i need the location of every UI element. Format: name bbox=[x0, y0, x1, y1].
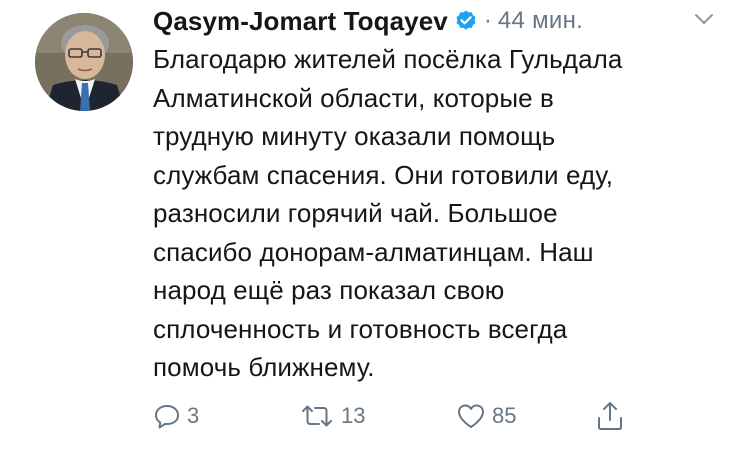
share-button[interactable] bbox=[595, 398, 625, 434]
avatar-photo bbox=[35, 13, 133, 111]
like-icon bbox=[456, 402, 486, 430]
retweet-button[interactable]: 13 bbox=[299, 398, 365, 434]
author-display-name[interactable]: Qasym-Jomart Toqayev bbox=[153, 6, 448, 37]
avatar[interactable] bbox=[35, 13, 133, 111]
like-button[interactable]: 85 bbox=[456, 398, 516, 434]
header-separator: · bbox=[483, 7, 492, 34]
tweet-actions: 3 13 85 bbox=[153, 398, 653, 438]
like-count: 85 bbox=[492, 403, 517, 428]
reply-button[interactable]: 3 bbox=[153, 398, 199, 434]
verified-badge-icon bbox=[454, 9, 478, 33]
tweet-timestamp[interactable]: 44 мин. bbox=[498, 7, 583, 35]
tweet-text: Благодарю жителей посёлка Гульдала Алмат… bbox=[153, 44, 623, 382]
tweet: Qasym-Jomart Toqayev · 44 мин. Благодарю… bbox=[0, 0, 750, 462]
chevron-down-icon[interactable] bbox=[694, 12, 714, 26]
retweet-count: 13 bbox=[341, 403, 366, 428]
reply-icon bbox=[153, 402, 181, 430]
reply-count: 3 bbox=[187, 403, 200, 428]
retweet-icon bbox=[299, 402, 335, 430]
tweet-header: Qasym-Jomart Toqayev · 44 мин. bbox=[153, 4, 730, 38]
share-icon bbox=[595, 400, 625, 432]
